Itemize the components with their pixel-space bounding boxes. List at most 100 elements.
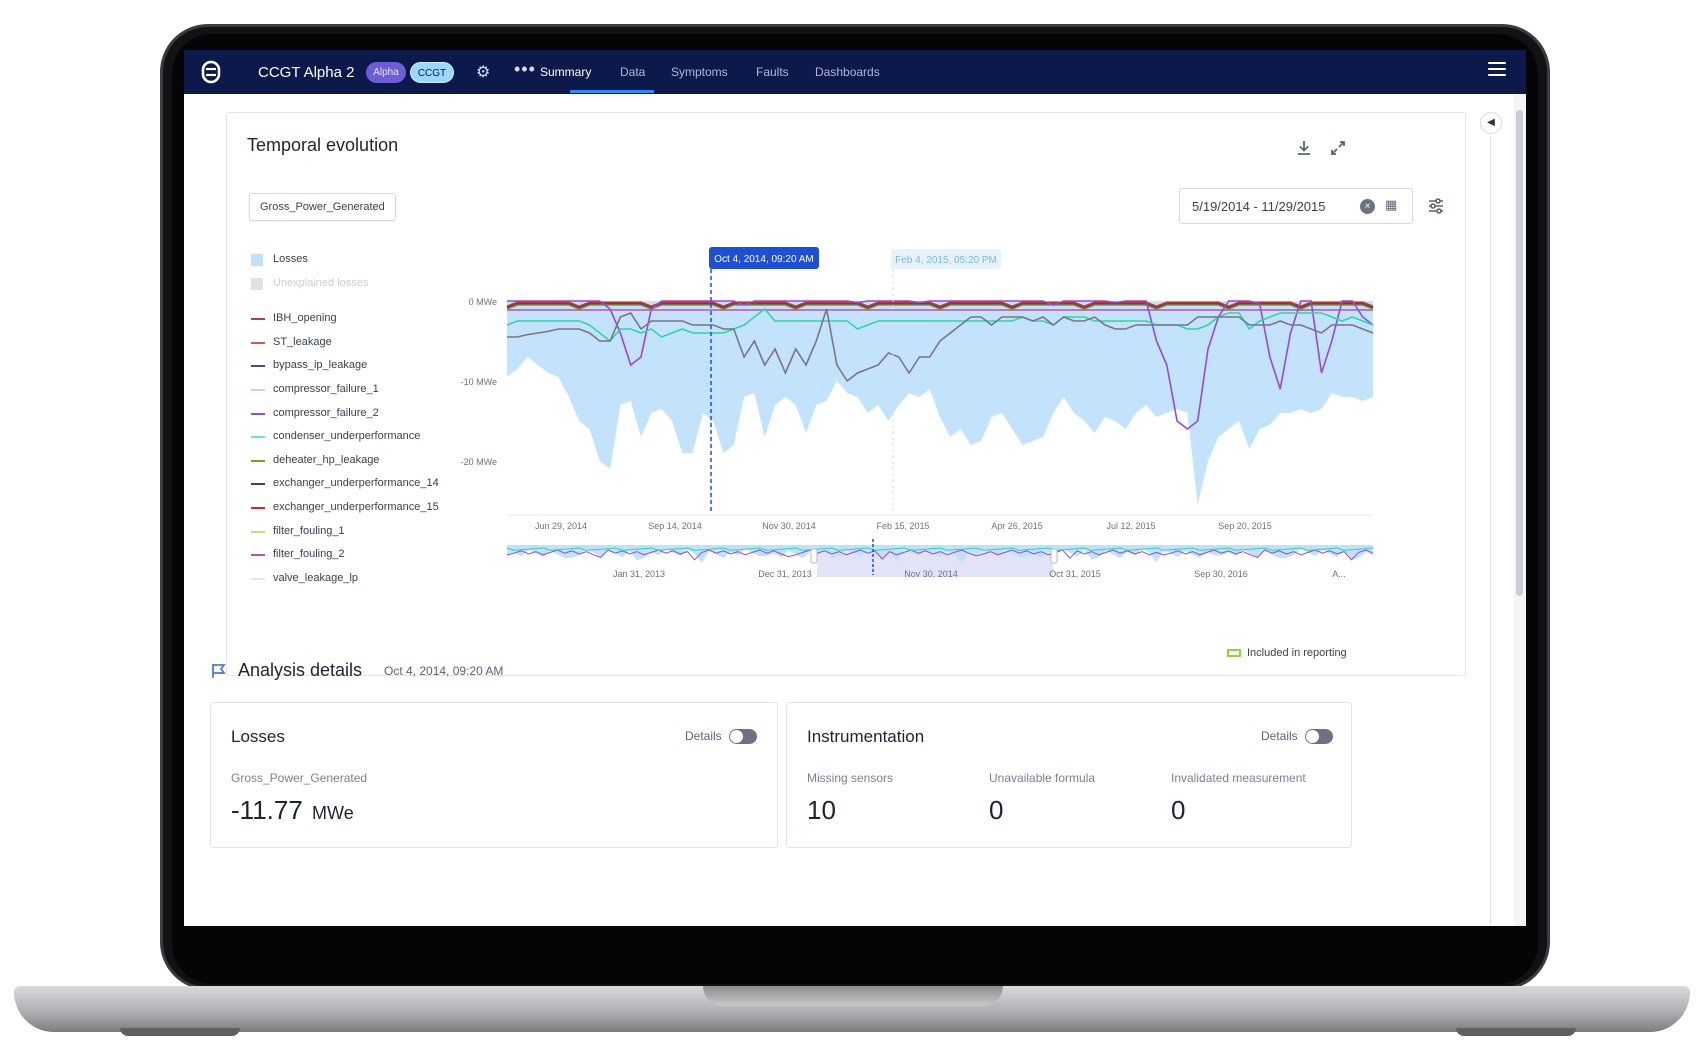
badge-ccgt: CCGT (410, 62, 454, 83)
legend-line-swatch (251, 459, 265, 462)
invalidated-measurement-value: 0 (1171, 795, 1186, 825)
overview-tick-label: Jan 31, 2013 (613, 569, 665, 579)
legend-item-losses[interactable]: Losses (251, 249, 461, 273)
missing-sensors-label: Missing sensors (807, 771, 894, 785)
tab-symptoms[interactable]: Symptoms (671, 65, 728, 79)
legend-line-swatch (251, 388, 265, 391)
clear-icon[interactable]: × (1360, 199, 1375, 214)
flag-icon (212, 664, 226, 678)
download-icon[interactable] (1295, 139, 1313, 157)
x-tick-label: Sep 20, 2015 (1218, 521, 1272, 531)
losses-details-label: Details (685, 729, 722, 743)
filter-settings-icon[interactable] (1427, 197, 1445, 215)
tab-data[interactable]: Data (620, 65, 645, 79)
overview-tick-label: A... (1332, 569, 1346, 579)
overview-tick-label: Dec 31, 2013 (758, 569, 812, 579)
overview-tick-label: Nov 30, 2014 (904, 569, 958, 579)
date-range-value: 5/19/2014 - 11/29/2015 (1192, 199, 1326, 214)
legend-line-swatch (251, 483, 265, 486)
legend-label: deheater_hp_leakage (273, 453, 380, 466)
legend-line-swatch (251, 506, 265, 509)
legend-label: Unexplained losses (273, 276, 369, 289)
analysis-title: Analysis details (238, 660, 363, 680)
tab-faults[interactable]: Faults (756, 65, 789, 79)
tab-dashboards[interactable]: Dashboards (815, 65, 880, 79)
temporal-evolution-card: Temporal evolution Gross_Power_Generated… (226, 112, 1466, 676)
app-screen: CCGT Alpha 2 Alpha CCGT ⚙ ••• Summary Da… (184, 50, 1526, 926)
losses-value: -11.77 MWe (231, 795, 354, 826)
legend-item-compressor-failure-1[interactable]: compressor_failure_1 (251, 379, 461, 403)
date-range-picker[interactable]: 5/19/2014 - 11/29/2015 × ▦ (1179, 188, 1413, 224)
legend-item-st-leakage[interactable]: ST_leakage (251, 332, 461, 356)
y-tick-label: 0 MWe (469, 297, 497, 307)
legend-swatch (251, 254, 263, 266)
instrumentation-details-toggle[interactable] (1305, 729, 1333, 744)
legend-item-condenser-underperformance[interactable]: condenser_underperformance (251, 426, 461, 450)
legend-line-swatch (251, 554, 265, 557)
reporting-legend: Included in reporting (1227, 647, 1347, 659)
legend-item-valve-leakage-lp[interactable]: valve_leakage_lp (251, 568, 461, 592)
laptop-foot-right (1456, 1028, 1576, 1036)
legend-line-swatch (251, 530, 265, 533)
temporal-evolution-chart[interactable]: 0 MWe -10 MWe -20 MWe Jun 29, 2014 Sep 14, 2… (455, 241, 1395, 671)
legend-label: exchanger_underperformance_15 (273, 500, 439, 513)
legend-label: compressor_failure_1 (273, 382, 379, 395)
instrumentation-details-label: Details (1261, 729, 1298, 743)
losses-metric-label: Gross_Power_Generated (231, 771, 368, 785)
y-tick-label: -10 MWe (461, 377, 497, 387)
losses-number: -11.77 (231, 795, 303, 825)
laptop-foot-left (120, 1028, 240, 1036)
legend-line-swatch (251, 365, 265, 368)
legend-line-swatch (251, 341, 265, 344)
marker-label-primary: Oct 4, 2014, 09:20 AM (714, 254, 814, 265)
legend-label: IBH_opening (273, 312, 337, 325)
legend-item-deheater-hp-leakage[interactable]: deheater_hp_leakage (251, 450, 461, 474)
unavailable-formula-label: Unavailable formula (989, 771, 1096, 785)
variable-selector-chip[interactable]: Gross_Power_Generated (249, 193, 396, 221)
instrumentation-title: Instrumentation (807, 727, 925, 746)
overview-handle-right (1050, 548, 1058, 564)
laptop-notch (703, 986, 1003, 1006)
x-tick-label: Apr 26, 2015 (991, 521, 1043, 531)
legend-item-filter-fouling-1[interactable]: filter_fouling_1 (251, 521, 461, 545)
expand-icon[interactable] (1329, 139, 1347, 157)
side-panel-divider (1490, 136, 1491, 926)
invalidated-measurement-label: Invalidated measurement (1171, 771, 1306, 785)
legend-item-compressor-failure-2[interactable]: compressor_failure_2 (251, 403, 461, 427)
legend-item-exchanger-underperformance-15[interactable]: exchanger_underperformance_15 (251, 497, 461, 521)
more-icon[interactable]: ••• (514, 59, 536, 80)
y-tick-label: -20 MWe (461, 457, 497, 467)
reporting-swatch (1227, 649, 1241, 658)
tab-summary[interactable]: Summary (540, 65, 591, 79)
hamburger-menu-icon[interactable] (1488, 62, 1506, 78)
app-title: CCGT Alpha 2 (258, 64, 355, 81)
legend-item-ibh-opening[interactable]: IBH_opening (251, 308, 461, 332)
overview-tick-label: Sep 30, 2016 (1194, 569, 1248, 579)
legend-line-swatch (251, 436, 265, 439)
legend-label: valve_leakage_lp (273, 571, 359, 584)
overview-tick-label: Oct 31, 2015 (1049, 569, 1101, 579)
x-tick-label: Nov 30, 2014 (762, 521, 816, 531)
gear-icon[interactable]: ⚙ (476, 62, 490, 82)
collapse-panel-icon[interactable]: ◀ (1480, 112, 1502, 134)
legend-item-filter-fouling-2[interactable]: filter_fouling_2 (251, 544, 461, 568)
legend-item-bypass-ip-leakage[interactable]: bypass_ip_leakage (251, 355, 461, 379)
calendar-icon[interactable]: ▦ (1385, 197, 1397, 213)
top-navbar: CCGT Alpha 2 Alpha CCGT ⚙ ••• Summary Da… (184, 50, 1526, 94)
x-tick-label: Feb 15, 2015 (876, 521, 929, 531)
missing-sensors-value: 10 (807, 795, 836, 825)
legend-line-swatch (251, 412, 265, 415)
legend-line-swatch (251, 318, 265, 321)
x-tick-label: Jun 29, 2014 (535, 521, 587, 531)
x-tick-label: Jul 12, 2015 (1106, 521, 1155, 531)
logo-icon[interactable] (200, 60, 222, 84)
legend-label: compressor_failure_2 (273, 406, 379, 419)
marker-label-secondary: Feb 4, 2015, 05:20 PM (895, 255, 997, 266)
losses-card: Losses Details Gross_Power_Generated -11… (210, 702, 778, 848)
legend-item-unexplained-losses[interactable]: Unexplained losses (251, 273, 461, 297)
scrollbar-thumb[interactable] (1516, 110, 1523, 596)
legend-label: filter_fouling_1 (273, 524, 345, 537)
legend-item-exchanger-underperformance-14[interactable]: exchanger_underperformance_14 (251, 473, 461, 497)
legend-label: exchanger_underperformance_14 (273, 477, 439, 490)
losses-details-toggle[interactable] (729, 729, 757, 744)
